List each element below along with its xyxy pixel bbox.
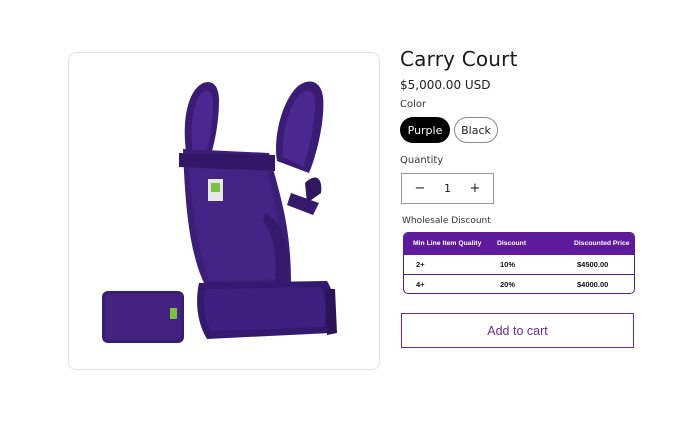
quantity-label: Quantity: [400, 155, 444, 166]
cell-min-qty: 2+: [416, 260, 425, 269]
quantity-stepper: − 1 +: [401, 173, 494, 204]
minus-icon[interactable]: −: [412, 181, 428, 196]
header-min-qty: Min Line Item Quality: [413, 240, 482, 248]
cell-price: $4500.00: [577, 260, 609, 269]
cell-price: $4000.00: [577, 279, 609, 289]
header-discount: Discount: [497, 240, 527, 248]
table-row: 2+ 10% $4500.00: [404, 255, 634, 274]
cell-min-qty: 4+: [416, 279, 425, 289]
color-option-purple[interactable]: Purple: [400, 117, 450, 143]
cell-discount: 10%: [500, 260, 516, 269]
product-image-frame[interactable]: [68, 52, 380, 370]
add-to-cart-button[interactable]: Add to cart: [401, 313, 634, 348]
plus-icon[interactable]: +: [467, 181, 483, 196]
product-title: Carry Court: [400, 47, 518, 71]
product-price: $5,000.00 USD: [400, 78, 491, 92]
table-row: 4+ 20% $4000.00: [404, 274, 634, 293]
table-header: Min Line Item Quality Discount Discounte…: [404, 233, 634, 255]
color-option-black[interactable]: Black: [454, 117, 498, 143]
wholesale-discount-label: Wholesale Discount: [402, 216, 491, 226]
cell-discount: 20%: [500, 279, 516, 289]
header-discounted-price: Discounted Price: [574, 240, 630, 248]
color-label: Color: [400, 99, 427, 110]
baby-carrier-image: [102, 81, 337, 343]
quantity-input[interactable]: 1: [444, 182, 451, 195]
wholesale-discount-table: Min Line Item Quality Discount Discounte…: [403, 232, 635, 294]
